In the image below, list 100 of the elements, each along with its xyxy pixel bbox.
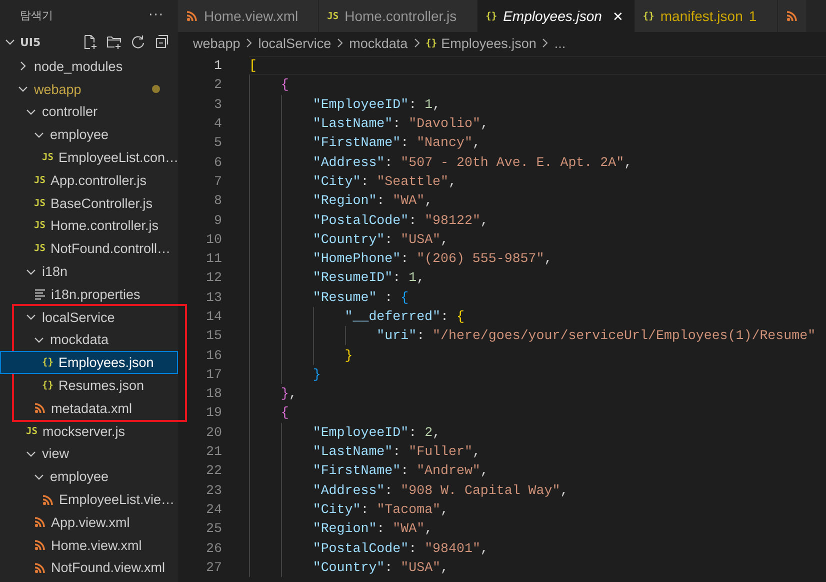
tree-item[interactable]: JS BaseController.js [0,192,178,215]
tree-label: Resumes.json [58,378,144,394]
line-number: 4 [213,116,222,132]
rss-icon [34,402,46,414]
code-line: "PostalCode": "98122", [312,212,488,228]
code-line: "Country": "USA", [312,232,449,247]
tree-item[interactable]: {} Resumes.json [0,374,178,397]
breadcrumb-item[interactable]: ... [554,36,566,50]
tree-label: view [42,446,70,462]
editor-tab[interactable]: {} manifest.json 1 [634,0,778,32]
tree-item[interactable]: controller [0,100,178,124]
line-number: 9 [213,212,222,228]
line-number: 16 [205,348,222,363]
file-icon: {} [426,38,438,48]
code-line: "Region": "WA", [312,521,433,536]
file-icon: JS [34,220,46,232]
code-line: "City": "Seattle", [312,174,456,189]
editor-tab[interactable] [778,0,807,32]
file-icon: JS [42,152,54,164]
line-number: 8 [213,193,222,208]
code-line: "City": "Tacoma", [312,502,449,517]
code-line: { [280,405,289,420]
code-line: "__deferred": { [344,309,464,324]
line-number: 20 [205,424,222,440]
tree-item[interactable]: webapp [0,78,178,101]
tree-label: EmployeeList.vie… [59,492,175,508]
new-folder-icon[interactable] [106,34,122,50]
code-line: "HomePhone": "(206) 555-9857", [312,251,552,266]
tree-item[interactable]: JS App.controller.js [0,168,178,192]
tree-item[interactable]: employee [0,465,178,488]
tree-item[interactable]: localService [0,306,178,329]
line-number: 23 [205,482,222,498]
rss-icon [186,10,198,22]
line-number: 10 [205,232,222,247]
tree-item[interactable]: view [0,442,178,466]
code-line: "LastName": "Fuller", [312,444,480,460]
chevron-icon [335,37,346,49]
tree-label: mockdata [50,332,109,348]
tree-label: NotFound.view.xml [51,560,166,576]
code-line: "EmployeeID": 2, [312,424,441,440]
tree-label: controller [42,104,98,120]
breadcrumb-item[interactable]: localService [258,36,332,50]
code-line: } [312,366,321,382]
tree-label: employee [50,469,109,484]
chevron-icon [540,37,550,49]
project-header[interactable]: UI5 [0,30,178,54]
editor-tab[interactable]: {} Employees.json ✕ [478,0,635,32]
tree-item[interactable]: i18n.properties [0,282,178,306]
project-name: UI5 [20,36,41,48]
close-button[interactable]: ✕ [610,8,626,24]
rss-icon [42,494,54,506]
line-number: 3 [213,96,222,112]
file-icon: {} [486,10,498,22]
tree-item[interactable]: JS EmployeeList.con… [0,146,178,169]
breadcrumb-item[interactable]: mockdata [349,36,408,50]
line-number: 5 [213,135,222,150]
tree-label: Home.controller.js [50,218,158,234]
line-number: 6 [213,154,222,170]
breadcrumb-item[interactable]: webapp [193,36,240,50]
tree-item[interactable]: NotFound.view.xml [0,556,178,580]
tree-item[interactable]: {} Employees.json [0,351,178,374]
more-actions-button[interactable]: ··· [148,8,164,22]
tree-label: localService [42,310,115,325]
collapse-all-icon[interactable] [154,34,170,50]
tree-label: i18n [42,264,68,280]
editor-tab[interactable]: JS Home.controller.js [319,0,478,32]
code-line: "FirstName": "Andrew", [312,463,488,478]
breadcrumb-item[interactable]: Employees.json [441,36,536,50]
problem-count: 1 [748,8,757,24]
line-number: 13 [205,290,222,305]
code-line: }, [280,386,297,402]
rss-icon [786,10,798,22]
line-number: 17 [205,366,222,382]
tree-item[interactable]: mockdata [0,328,178,352]
line-number: 7 [213,174,222,189]
lines-icon [34,288,46,300]
tree-item[interactable]: JS mockserver.js [0,420,178,443]
tree-item[interactable]: App.view.xml [0,510,178,534]
explorer-title: 탐색기 [20,8,53,22]
tree-label: webapp [34,82,82,97]
line-number: 21 [205,444,222,460]
refresh-icon[interactable] [130,34,146,50]
tree-label: node_modules [34,58,123,74]
tree-item[interactable]: Home.view.xml [0,534,178,557]
line-number: 24 [205,502,222,517]
tree-item[interactable]: JS Home.controller.js [0,214,178,238]
line-number: 18 [205,386,222,402]
tree-item[interactable]: metadata.xml [0,396,178,420]
tree-label: mockserver.js [42,424,125,439]
line-number: 12 [205,270,222,286]
tree-item[interactable]: node_modules [0,55,178,78]
tree-item[interactable]: employee [0,123,178,146]
editor-tab[interactable]: Home.view.xml [178,0,320,32]
tree-item[interactable]: EmployeeList.vie… [0,488,178,511]
tree-item[interactable]: JS NotFound.controll… [0,237,178,260]
tree-label: metadata.xml [51,400,132,416]
tree-item[interactable]: i18n [0,260,178,283]
line-number: 22 [205,463,222,478]
new-file-icon[interactable] [82,34,98,50]
tree-label: Home.view.xml [51,538,142,553]
